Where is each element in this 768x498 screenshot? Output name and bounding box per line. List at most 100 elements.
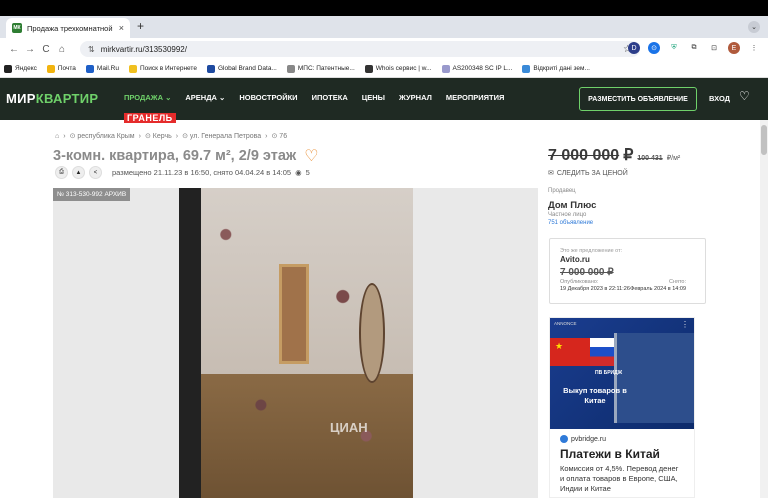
bookmark-label: Яндекс bbox=[15, 65, 37, 72]
nav-item-rent[interactable]: АРЕНДА ⌄ bbox=[185, 93, 225, 102]
breadcrumb-item[interactable]: ⊙ Керчь bbox=[145, 132, 172, 140]
published-value: 19 Декабря 2023 в 22:11:26 bbox=[560, 286, 630, 292]
sidepanel-icon[interactable]: ⊡ bbox=[708, 42, 720, 54]
russia-flag bbox=[590, 338, 616, 366]
removed-label: Снято: bbox=[668, 279, 686, 285]
seller-listings-link[interactable]: 751 объявление bbox=[548, 220, 593, 226]
browser-tab[interactable]: МК Продажа трехкомнатной кв × bbox=[6, 18, 130, 38]
china-flag: ★ bbox=[550, 338, 590, 366]
bookmark-icon bbox=[441, 64, 450, 73]
follow-price-link[interactable]: ✉ СЛЕДИТЬ ЗА ЦЕНОЙ bbox=[548, 169, 628, 178]
price-unit: ₽/м² bbox=[666, 155, 681, 162]
bookmark-item[interactable]: AS200348 SC IP L... bbox=[441, 64, 513, 73]
avatar[interactable]: E bbox=[728, 42, 740, 54]
bookmarks-bar: Яндекс Почта Mail.Ru Поиск в Интернете Globa… bbox=[0, 60, 768, 78]
avito-labels: Опубликовано: Снято: bbox=[560, 279, 686, 285]
price-block: 7 000 000 ₽ 100 431 ₽/м² bbox=[548, 145, 680, 165]
seller-label: Продавец bbox=[548, 188, 576, 194]
photo-door bbox=[279, 264, 309, 364]
breadcrumb-item[interactable]: ⊙ республика Крым bbox=[70, 132, 135, 140]
bookmark-item[interactable]: Почта bbox=[46, 64, 76, 73]
views-count: 5 bbox=[305, 168, 310, 177]
nav-item-events[interactable]: МЕРОПРИЯТИЯ bbox=[446, 93, 505, 102]
promo-badge[interactable]: ГРАНЕЛЬ bbox=[124, 113, 176, 123]
site-header: МИРКВАРТИР ПРОДАЖА ⌄ АРЕНДА ⌄ НОВОСТРОЙК… bbox=[0, 78, 768, 123]
breadcrumb-item[interactable]: ⊙ 76 bbox=[272, 132, 288, 140]
bookmark-item[interactable]: Whois сервис | w... bbox=[364, 64, 432, 73]
url-text[interactable]: mirkvartir.ru/313530992/ bbox=[101, 45, 623, 54]
ad-banner-text: Выкуп товаров в Китае bbox=[563, 386, 627, 405]
bookmark-item[interactable]: МПС: Патентные... bbox=[286, 64, 355, 73]
bookmark-item[interactable]: Mail.Ru bbox=[85, 64, 119, 73]
home-icon[interactable]: ⌂ bbox=[55, 133, 59, 140]
nav-item-prices[interactable]: ЦЕНЫ bbox=[362, 93, 385, 102]
chevron-down-icon[interactable]: ⌄ bbox=[748, 21, 760, 33]
logo-text-b: КВАРТИР bbox=[35, 91, 99, 106]
tab-title: Продажа трехкомнатной кв bbox=[27, 23, 115, 33]
ad-site[interactable]: pvbridge.ru bbox=[560, 435, 684, 443]
home-icon[interactable]: ⌂ bbox=[54, 44, 70, 55]
avito-values: 19 Декабря 2023 в 22:11:26 Февраль 2024 … bbox=[560, 286, 686, 292]
more-icon[interactable]: ⋮ bbox=[681, 320, 689, 329]
nav-item-journal[interactable]: ЖУРНАЛ bbox=[399, 93, 432, 102]
ad-banner[interactable]: ANNONCE ⋮ ★ ПВ БРИДЖ Выкуп товаров в Кит… bbox=[549, 317, 695, 498]
avito-source[interactable]: Avito.ru bbox=[560, 255, 695, 264]
bookmark-icon bbox=[85, 64, 94, 73]
bookmark-item[interactable]: Global Brand Data... bbox=[206, 64, 277, 73]
warning-icon[interactable]: ▲ bbox=[72, 166, 85, 179]
puzzle-icon[interactable]: ⧉ bbox=[688, 42, 700, 54]
print-icon[interactable]: ⎙ bbox=[55, 166, 68, 179]
breadcrumb-sep: › bbox=[265, 132, 268, 140]
nav-item-new-buildings[interactable]: НОВОСТРОЙКИ bbox=[239, 93, 297, 102]
scrollbar[interactable] bbox=[760, 120, 768, 498]
forward-icon[interactable]: → bbox=[22, 44, 38, 55]
seller-name[interactable]: Дом Плюс bbox=[548, 200, 596, 211]
bookmark-item[interactable]: Відкриті дані зем... bbox=[522, 64, 590, 73]
favicon: МК bbox=[12, 23, 22, 33]
bookmark-icon bbox=[128, 64, 137, 73]
back-icon[interactable]: ← bbox=[6, 44, 22, 55]
heart-icon[interactable]: ♡ bbox=[304, 146, 318, 166]
extension-icon[interactable]: D bbox=[628, 42, 640, 54]
avito-price: 7 000 000 ₽ bbox=[560, 267, 614, 278]
close-icon[interactable]: × bbox=[119, 23, 124, 33]
shield-icon[interactable]: ⛨ bbox=[668, 42, 680, 54]
follow-label: СЛЕДИТЬ ЗА ЦЕНОЙ bbox=[556, 169, 628, 177]
breadcrumb-item[interactable]: ⊙ ул. Генерала Петрова bbox=[182, 132, 261, 140]
login-link[interactable]: ВХОД bbox=[709, 94, 730, 103]
ad-headline[interactable]: Платежи в Китай bbox=[560, 447, 684, 461]
url-field[interactable]: ⇅ mirkvartir.ru/313530992/ ☆ bbox=[80, 41, 640, 57]
bookmark-icon bbox=[206, 64, 215, 73]
bookmark-item[interactable]: Яндекс bbox=[4, 64, 37, 73]
menu-icon[interactable]: ⋮ bbox=[748, 42, 760, 54]
place-ad-button[interactable]: РАЗМЕСТИТЬ ОБЪЯВЛЕНИЕ bbox=[579, 87, 697, 111]
avito-offer-box: Это же предложение от: Avito.ru 7 000 00… bbox=[549, 238, 706, 304]
published-label: Опубликовано: bbox=[560, 279, 599, 285]
nav-item-sale[interactable]: ПРОДАЖА ⌄ bbox=[124, 93, 171, 102]
photo-door-frame bbox=[179, 188, 201, 498]
bookmark-icon bbox=[46, 64, 55, 73]
bookmark-label: AS200348 SC IP L... bbox=[452, 65, 513, 72]
extension-icon[interactable]: ⊙ bbox=[648, 42, 660, 54]
nav-item-mortgage[interactable]: ИПОТЕКА bbox=[312, 93, 348, 102]
bookmark-label: Whois сервис | w... bbox=[375, 65, 432, 72]
bookmark-label: Global Brand Data... bbox=[217, 65, 277, 72]
scrollbar-thumb[interactable] bbox=[761, 125, 767, 155]
listing-photo[interactable]: № 313-530-992 АРХИВ ЦИАН bbox=[53, 188, 538, 498]
ad-image[interactable]: ANNONCE ⋮ ★ ПВ БРИДЖ Выкуп товаров в Кит… bbox=[550, 318, 694, 429]
browser-tabbar: МК Продажа трехкомнатной кв × + ⌄ bbox=[0, 16, 768, 38]
eye-icon: ◉ bbox=[295, 168, 302, 177]
site-info-icon[interactable]: ⇅ bbox=[88, 45, 95, 54]
price-currency: ₽ bbox=[623, 147, 634, 164]
bookmark-icon bbox=[364, 64, 373, 73]
bookmark-label: Почта bbox=[57, 65, 76, 72]
bookmark-label: Поиск в Интернете bbox=[139, 65, 197, 72]
bookmark-item[interactable]: Поиск в Интернете bbox=[128, 64, 197, 73]
reload-icon[interactable]: C bbox=[38, 44, 54, 55]
favorites-heart-icon[interactable]: ♡ bbox=[739, 89, 750, 103]
bookmark-label: МПС: Патентные... bbox=[297, 65, 355, 72]
site-logo[interactable]: МИРКВАРТИР bbox=[6, 91, 98, 106]
new-tab-button[interactable]: + bbox=[137, 19, 144, 33]
share-icon[interactable]: < bbox=[89, 166, 102, 179]
seller-type: Частное лицо bbox=[548, 212, 587, 218]
